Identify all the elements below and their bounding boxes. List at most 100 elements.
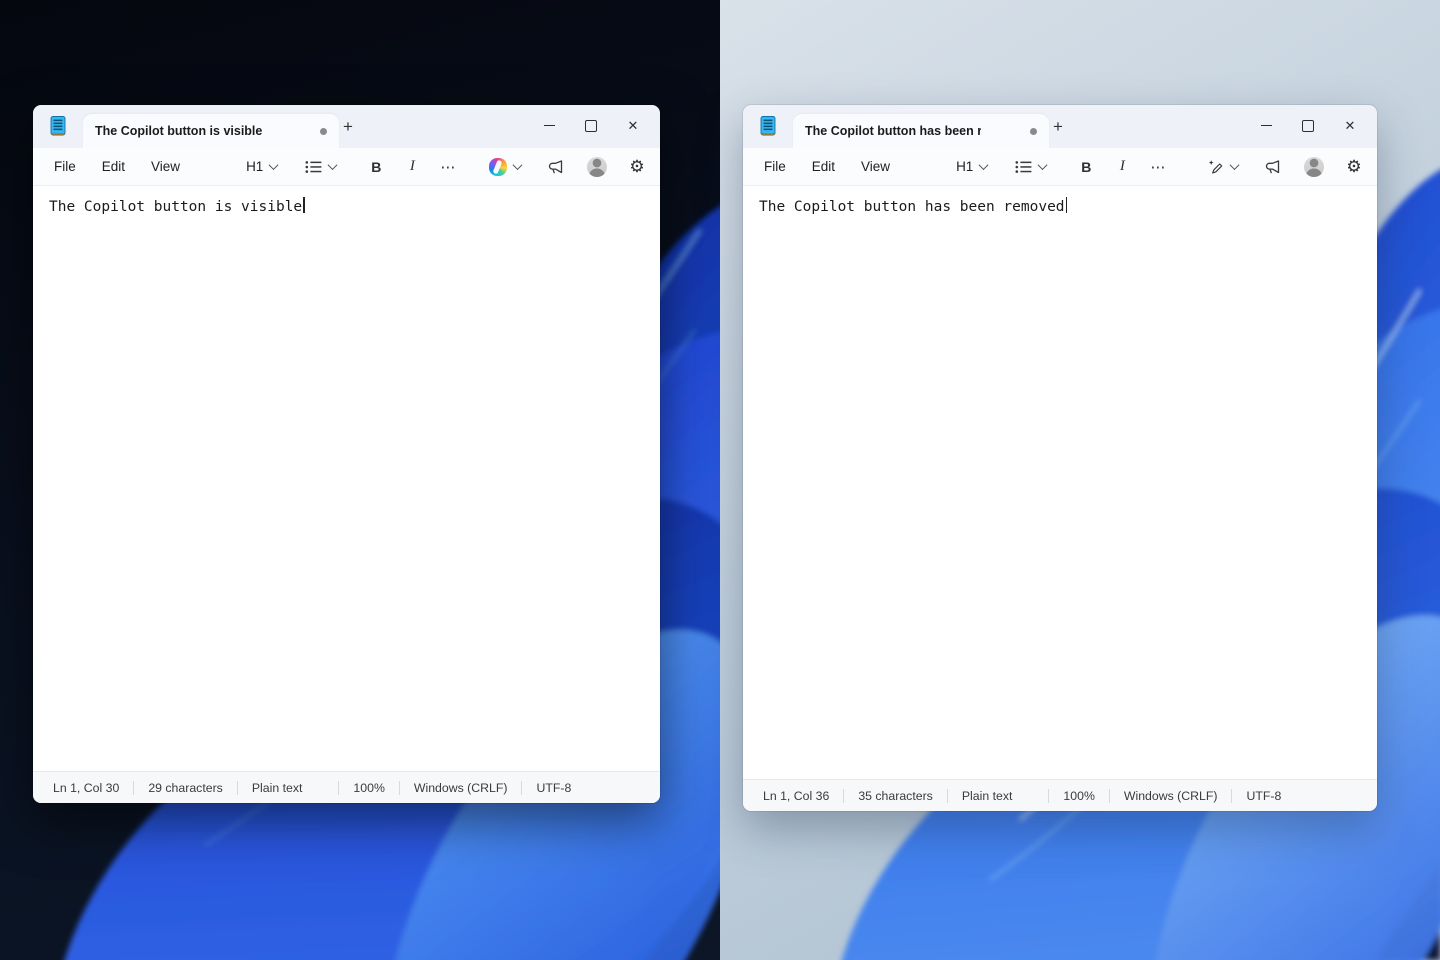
close-button[interactable]: ✕ (1329, 112, 1371, 139)
document-text: The Copilot button is visible (49, 199, 302, 215)
status-line-ending[interactable]: Windows (CRLF) (400, 781, 522, 795)
tab-title: The Copilot button has been remov (805, 124, 981, 138)
close-icon: ✕ (628, 119, 639, 132)
maximize-button[interactable] (570, 112, 612, 139)
bold-icon: B (371, 159, 381, 175)
bold-button[interactable]: B (1071, 153, 1101, 181)
status-character-count: 29 characters (134, 781, 237, 795)
more-ellipsis-icon: ⋯ (440, 158, 456, 176)
tab-title: The Copilot button is visible (95, 124, 262, 138)
status-document-type: Plain text (238, 781, 317, 795)
text-editor-area[interactable]: The Copilot button is visible (33, 186, 660, 771)
gear-icon: ⚙ (629, 158, 644, 175)
menu-file[interactable]: File (751, 153, 799, 181)
notepad-window-right: The Copilot button has been remov + ✕ Fi… (743, 105, 1377, 811)
titlebar[interactable]: The Copilot button is visible + ✕ (33, 105, 660, 148)
notepad-window-left: The Copilot button is visible + ✕ File E… (33, 105, 660, 803)
account-button[interactable] (1297, 153, 1331, 181)
rewrite-pen-sparkle-icon (1207, 159, 1224, 175)
text-caret (303, 197, 305, 213)
bullet-list-icon (305, 160, 322, 174)
italic-icon: I (410, 158, 415, 175)
tab-current-document[interactable]: The Copilot button has been remov (793, 114, 1049, 148)
status-cursor-position: Ln 1, Col 36 (749, 789, 843, 803)
heading-style-label: H1 (956, 159, 973, 174)
heading-style-dropdown[interactable]: H1 (949, 153, 994, 181)
bold-icon: B (1081, 159, 1091, 175)
status-bar: Ln 1, Col 36 35 characters Plain text 10… (743, 779, 1377, 811)
minimize-button[interactable] (1245, 112, 1287, 139)
status-encoding[interactable]: UTF-8 (522, 781, 585, 795)
menu-edit[interactable]: Edit (799, 153, 848, 181)
window-controls: ✕ (1245, 112, 1371, 139)
italic-icon: I (1120, 158, 1125, 175)
italic-button[interactable]: I (397, 153, 427, 181)
notepad-app-icon (48, 115, 68, 137)
bullet-list-icon (1015, 160, 1032, 174)
menu-edit[interactable]: Edit (89, 153, 138, 181)
text-editor-area[interactable]: The Copilot button has been removed (743, 186, 1377, 779)
unsaved-indicator-dot (1030, 128, 1037, 135)
more-formatting-button[interactable]: ⋯ (433, 153, 463, 181)
status-zoom-level[interactable]: 100% (339, 781, 398, 795)
maximize-icon (1302, 120, 1314, 132)
italic-button[interactable]: I (1107, 153, 1137, 181)
chevron-down-icon (269, 160, 279, 170)
minimize-icon (544, 125, 555, 127)
announcements-button[interactable] (1257, 153, 1289, 181)
status-zoom-level[interactable]: 100% (1049, 789, 1108, 803)
window-controls: ✕ (528, 112, 654, 139)
menu-file[interactable]: File (41, 153, 89, 181)
close-icon: ✕ (1345, 119, 1356, 132)
new-tab-button[interactable]: + (333, 114, 363, 140)
heading-style-dropdown[interactable]: H1 (239, 153, 284, 181)
maximize-icon (585, 120, 597, 132)
text-caret (1066, 197, 1068, 213)
gear-icon: ⚙ (1346, 158, 1361, 175)
chevron-down-icon (979, 160, 989, 170)
megaphone-icon (547, 159, 565, 175)
chevron-down-icon (328, 160, 338, 170)
menu-toolbar: File Edit View H1 B I ⋯ (743, 148, 1377, 186)
chevron-down-icon (1038, 160, 1048, 170)
account-avatar (587, 157, 607, 177)
maximize-button[interactable] (1287, 112, 1329, 139)
unsaved-indicator-dot (320, 128, 327, 135)
status-cursor-position: Ln 1, Col 30 (39, 781, 133, 795)
rewrite-dropdown-button[interactable] (1200, 153, 1245, 181)
minimize-button[interactable] (528, 112, 570, 139)
new-tab-button[interactable]: + (1043, 114, 1073, 140)
settings-button[interactable]: ⚙ (622, 153, 652, 181)
toolbar-right-cluster: ⚙ (1200, 153, 1369, 181)
titlebar[interactable]: The Copilot button has been remov + ✕ (743, 105, 1377, 148)
account-button[interactable] (580, 153, 614, 181)
notepad-app-icon (758, 115, 778, 137)
menu-view[interactable]: View (138, 153, 193, 181)
status-encoding[interactable]: UTF-8 (1232, 789, 1295, 803)
more-formatting-button[interactable]: ⋯ (1143, 153, 1173, 181)
document-text: The Copilot button has been removed (759, 199, 1065, 215)
copilot-dropdown-button[interactable] (482, 153, 528, 181)
status-bar: Ln 1, Col 30 29 characters Plain text 10… (33, 771, 660, 803)
close-button[interactable]: ✕ (612, 112, 654, 139)
minimize-icon (1261, 125, 1272, 127)
list-dropdown[interactable] (1008, 153, 1053, 181)
status-document-type: Plain text (948, 789, 1027, 803)
toolbar-right-cluster: ⚙ (482, 153, 652, 181)
status-character-count: 35 characters (844, 789, 947, 803)
more-ellipsis-icon: ⋯ (1150, 158, 1166, 176)
megaphone-icon (1264, 159, 1282, 175)
settings-button[interactable]: ⚙ (1339, 153, 1369, 181)
tab-current-document[interactable]: The Copilot button is visible (83, 114, 339, 148)
chevron-down-icon (1230, 160, 1240, 170)
menu-view[interactable]: View (848, 153, 903, 181)
copilot-icon (489, 158, 507, 176)
heading-style-label: H1 (246, 159, 263, 174)
desktop: The Copilot button is visible + ✕ File E… (0, 0, 1440, 960)
status-line-ending[interactable]: Windows (CRLF) (1110, 789, 1232, 803)
announcements-button[interactable] (540, 153, 572, 181)
account-avatar (1304, 157, 1324, 177)
chevron-down-icon (513, 160, 523, 170)
list-dropdown[interactable] (298, 153, 343, 181)
bold-button[interactable]: B (361, 153, 391, 181)
